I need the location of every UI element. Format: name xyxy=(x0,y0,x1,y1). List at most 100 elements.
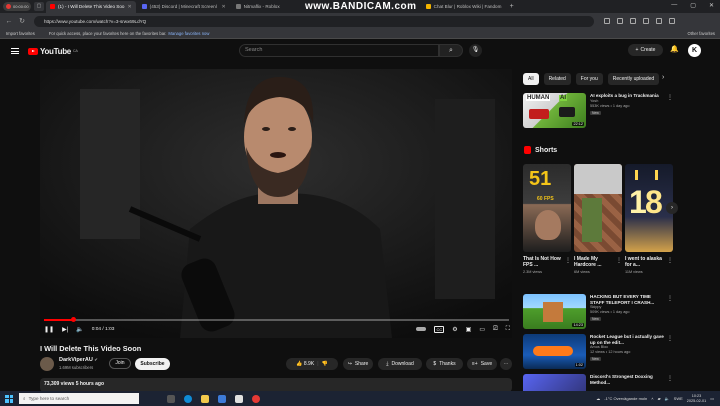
voice-search-icon[interactable]: 🎙 xyxy=(469,44,482,57)
chip-for-you[interactable]: For you xyxy=(575,73,603,85)
tab-roblox[interactable]: Nitmaflix - Roblox xyxy=(232,1,302,13)
search-button[interactable]: ⌕ xyxy=(439,44,463,57)
video-duration: 22:12 xyxy=(572,122,584,126)
tab-discord[interactable]: (453) Discord | Minecraft Screenl ✕ xyxy=(138,1,230,13)
progress-bar[interactable] xyxy=(44,317,509,322)
refresh-icon[interactable]: ↻ xyxy=(18,17,26,25)
fullscreen-icon[interactable]: ⛶ xyxy=(506,326,510,333)
windows-start-icon[interactable] xyxy=(5,394,13,403)
tab-actions-icon[interactable]: ▢ xyxy=(34,2,44,11)
cast-icon[interactable]: ⎚ xyxy=(493,326,498,333)
short-item[interactable]: 51 60 FPS That Is Not How FPS ... 2.3M v… xyxy=(523,164,571,274)
tab-fandom[interactable]: Chat Blur | Roblox Wiki | Fandom✕ xyxy=(422,1,504,13)
chip-related[interactable]: Related xyxy=(543,73,571,85)
weather-icon[interactable]: ☁ xyxy=(596,396,600,401)
chevron-right-icon[interactable]: › xyxy=(662,74,664,81)
short-views: 2.3M views xyxy=(523,269,542,274)
video-thumbnail[interactable]: 14:23 xyxy=(523,294,586,329)
account-avatar[interactable]: K xyxy=(688,44,701,57)
thanks-button[interactable]: $ Thanks xyxy=(426,358,463,370)
taskbar-search-input[interactable]: ⌕ Type here to search xyxy=(19,393,139,404)
other-favorites-folder[interactable]: Other favorites xyxy=(688,31,715,36)
short-item[interactable]: 1 8 I went to alaska for a... 11M views … xyxy=(625,164,673,274)
kebab-menu-icon[interactable]: ⋮ xyxy=(565,257,571,264)
download-button[interactable]: ⤓ Download xyxy=(378,358,422,370)
recommended-video[interactable]: 14:23 HACKING BUT EVERY TIME STAFF TELEP… xyxy=(523,294,673,330)
theater-mode-icon[interactable]: ▭ xyxy=(479,326,485,333)
autoplay-toggle[interactable] xyxy=(416,327,427,331)
tab-youtube[interactable]: (1) - I Will Delete This Video Soo ✕ xyxy=(46,0,136,13)
close-window-icon[interactable]: ✕ xyxy=(709,2,714,9)
new-tab-button[interactable]: + xyxy=(506,1,518,13)
task-view-icon[interactable] xyxy=(167,394,175,403)
video-player[interactable] xyxy=(40,69,512,338)
collections-icon[interactable] xyxy=(643,18,649,24)
read-aloud-icon[interactable] xyxy=(604,18,610,24)
close-tab-icon[interactable]: ✕ xyxy=(221,4,225,10)
subscribe-button[interactable]: Subscribe xyxy=(135,358,170,370)
tray-arrow-icon[interactable]: ˄ xyxy=(651,396,653,401)
favorites-icon[interactable] xyxy=(617,18,623,24)
youtube-logo[interactable]: YouTube CA xyxy=(28,47,78,56)
menu-icon[interactable] xyxy=(11,47,19,56)
short-item[interactable]: I Made My Hardcore ... 6M views ⋮ xyxy=(574,164,622,274)
settings-gear-icon[interactable]: ⚙ xyxy=(452,326,457,333)
save-button[interactable]: ≡+ Save xyxy=(467,358,497,370)
chip-all[interactable]: All xyxy=(523,73,539,85)
back-icon[interactable]: ← xyxy=(5,18,13,25)
video-thumbnail[interactable]: 1:02 xyxy=(523,334,586,369)
speaker-icon[interactable]: 🔈 xyxy=(665,396,670,401)
more-options-icon[interactable] xyxy=(669,18,675,24)
search-input[interactable]: Search xyxy=(239,44,439,57)
recommended-video[interactable]: Discord's Strongest Doxxing Method... ⋮ xyxy=(523,374,673,391)
channel-avatar[interactable] xyxy=(40,357,54,371)
dislike-button[interactable]: 👎 xyxy=(322,361,328,367)
pause-icon[interactable]: ❚❚ xyxy=(44,326,54,333)
kebab-menu-icon[interactable]: ⋮ xyxy=(667,295,673,302)
notifications-icon[interactable]: ▭ xyxy=(710,396,714,401)
url-field[interactable]: https://www.youtube.com/watch?v=3-srwx69… xyxy=(34,15,594,27)
recommended-video[interactable]: 1:02 Rocket League but i actually gave u… xyxy=(523,334,673,370)
weather-text[interactable]: -1°C Overvägande moln xyxy=(604,396,647,401)
channel-name[interactable]: DarkViperAU ✔ xyxy=(59,357,98,363)
split-screen-icon[interactable] xyxy=(630,18,636,24)
miniplayer-icon[interactable]: ▣ xyxy=(466,326,472,333)
bandicam-icon[interactable] xyxy=(252,394,260,403)
more-actions-button[interactable]: ⋯ xyxy=(500,358,512,370)
share-button[interactable]: ↪ Share xyxy=(343,358,373,370)
short-thumbnail[interactable]: 51 60 FPS xyxy=(523,164,571,252)
clock[interactable]: 10:23 2025-02-01 xyxy=(687,394,706,403)
video-thumbnail[interactable] xyxy=(523,374,586,391)
kebab-menu-icon[interactable]: ⋮ xyxy=(667,375,673,382)
kebab-menu-icon[interactable]: ⋮ xyxy=(667,94,673,101)
minimize-icon[interactable]: — xyxy=(671,2,677,9)
edge-icon[interactable] xyxy=(184,394,192,403)
store-icon[interactable] xyxy=(218,394,226,403)
video-thumbnail[interactable]: HUMAN AI 22:12 xyxy=(523,93,586,128)
taskbar-apps xyxy=(167,394,260,403)
close-tab-icon[interactable]: ✕ xyxy=(127,4,131,10)
chip-recently-uploaded[interactable]: Recently uploaded xyxy=(607,73,660,85)
network-icon[interactable]: ▰ xyxy=(658,396,661,401)
import-favorites-link[interactable]: Import favorites xyxy=(6,31,35,36)
kebab-menu-icon[interactable]: ⋮ xyxy=(616,257,622,264)
recommended-video[interactable]: HUMAN AI 22:12 AI exploits a bug in Trac… xyxy=(523,93,673,129)
next-icon[interactable]: ▶| xyxy=(62,326,68,333)
shorts-next-button[interactable]: › xyxy=(666,202,678,214)
description-box[interactable]: 73,309 views 5 hours ago xyxy=(40,378,512,392)
volume-icon[interactable]: 🔈 xyxy=(76,326,83,333)
app-icon[interactable] xyxy=(235,394,243,403)
create-button[interactable]: + Create xyxy=(628,44,663,56)
subtitles-icon[interactable]: CC xyxy=(434,325,445,333)
kebab-menu-icon[interactable]: ⋮ xyxy=(667,257,673,264)
browser-essentials-icon[interactable] xyxy=(656,18,662,24)
maximize-icon[interactable]: ▢ xyxy=(690,2,696,9)
join-button[interactable]: Join xyxy=(109,358,131,369)
file-explorer-icon[interactable] xyxy=(201,394,209,403)
short-thumbnail[interactable] xyxy=(574,164,622,252)
kebab-menu-icon[interactable]: ⋮ xyxy=(667,335,673,342)
manage-favorites-link[interactable]: Manage favorites now xyxy=(168,31,209,36)
language-indicator[interactable]: SWE xyxy=(674,396,683,401)
notifications-bell-icon[interactable]: 🔔 xyxy=(670,45,679,53)
like-button[interactable]: 👍 8.9K xyxy=(296,361,314,367)
